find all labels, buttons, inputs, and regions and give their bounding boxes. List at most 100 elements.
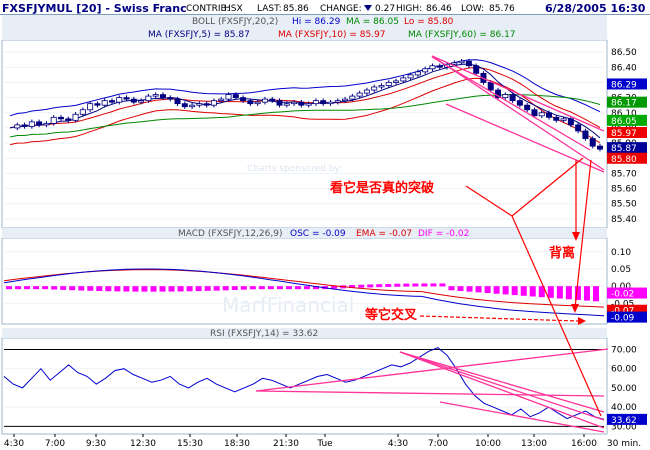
macd-hist-bar <box>403 283 410 287</box>
contrib-value: HSX <box>224 4 243 14</box>
macd-hist-bar <box>96 286 103 292</box>
rsi-value-tags: 33.62 <box>607 413 647 426</box>
candle-body <box>597 145 604 150</box>
macd-hist-bar <box>511 286 518 296</box>
candle-body <box>553 116 560 121</box>
macd-hist-bar <box>294 286 301 290</box>
macd-hist-bar <box>6 286 12 290</box>
macd-y-tick: 0.05 <box>611 265 631 275</box>
macd-hist-bar <box>87 286 94 291</box>
macd-hist-bar <box>376 284 383 288</box>
macd-hist-bar <box>529 286 536 297</box>
candle-body <box>101 100 108 106</box>
candle-body <box>225 94 232 100</box>
annotation-wait-cross: 等它交叉 <box>364 307 418 323</box>
x-tick-label: 13:00 <box>521 439 547 449</box>
candle-body <box>130 98 137 103</box>
candle-body <box>57 116 64 120</box>
candle-body <box>87 103 94 111</box>
candle-body <box>21 124 28 127</box>
candle-body <box>422 68 429 73</box>
candle-body <box>575 124 582 132</box>
price-y-tick: 85.40 <box>611 215 637 225</box>
candle-body <box>465 60 472 67</box>
candle-body <box>509 94 516 102</box>
candle-body <box>269 98 276 102</box>
macd-hist-bar <box>457 286 464 291</box>
candle-body <box>283 103 290 106</box>
price-tag-label: 85.80 <box>611 155 637 165</box>
macd-hist-bar <box>592 286 599 302</box>
candle-body <box>487 82 494 91</box>
high-value: 86.46 <box>426 4 452 14</box>
candle-body <box>385 82 392 86</box>
rsi-tag-label: 33.62 <box>611 416 637 426</box>
last-value: 85.86 <box>283 4 309 14</box>
candle-body <box>589 138 596 147</box>
annotation-divergence: 背离 <box>549 245 575 261</box>
candle-body <box>291 101 298 105</box>
candle-body <box>538 112 545 117</box>
change-label: CHANGE: <box>320 4 362 14</box>
candle-body <box>378 85 385 88</box>
boll-lo-legend: Lo = 85.80 <box>404 17 454 27</box>
macd-hist-bar <box>565 286 572 300</box>
macd-hist-bar <box>448 286 455 291</box>
macd-hist-bar <box>249 286 256 290</box>
x-tick-label: 7:00 <box>45 439 65 449</box>
macd-hist-bar <box>150 286 157 292</box>
macd-hist-bar <box>51 286 58 290</box>
macd-hist-bar <box>367 284 374 288</box>
candle-body <box>305 103 312 106</box>
macd-hist-bar <box>412 283 419 287</box>
candle-body <box>349 95 356 100</box>
macd-hist-bar <box>267 286 274 290</box>
macd-hist-bar <box>258 286 265 290</box>
macd-hist-bar <box>213 286 220 291</box>
macd-hist-bar <box>24 286 31 290</box>
candle-body <box>407 74 414 79</box>
macd-hist-bar <box>15 286 22 290</box>
price-tag-label: 85.97 <box>611 129 637 139</box>
candle-body <box>50 116 57 124</box>
macd-y-axis: 0.100.050.00-0.05 <box>611 248 634 310</box>
macd-hist-bar <box>177 286 184 292</box>
x-tick-label: Tue <box>316 439 333 449</box>
x-tick-label: 7:00 <box>428 439 448 449</box>
rsi-legend: RSI (FXSFJY,14) = 33.62 <box>210 329 318 339</box>
macd-hist-bar <box>421 283 428 287</box>
macd-hist-bar <box>439 283 446 287</box>
macd-hist-bar <box>114 286 121 292</box>
candle-body <box>174 98 181 105</box>
time-x-axis: 4:30 7:00 9:30 12:30 15:30 18:30 21:30 Tue 4:30 7… <box>4 434 641 449</box>
candle-body <box>108 100 115 103</box>
x-tick-label: 4:30 <box>4 439 24 449</box>
candle-body <box>567 118 574 126</box>
candle-body <box>356 92 363 97</box>
sponsor-watermark: Charts sponsored by: <box>247 164 342 174</box>
macd-hist-bar <box>132 286 139 292</box>
last-label: LAST: <box>257 4 282 14</box>
price-y-tick: 86.50 <box>611 48 637 58</box>
x-tick-label: 15:30 <box>177 439 203 449</box>
price-tag-label: 86.05 <box>611 117 637 127</box>
rsi-y-tick: 40.00 <box>611 403 637 413</box>
candle-body <box>458 60 465 64</box>
candle-body <box>400 77 407 82</box>
price-y-tick: 85.70 <box>611 169 637 179</box>
macd-hist-bar <box>78 286 85 291</box>
candle-body <box>196 103 203 106</box>
macd-value-tags: -0.02-0.07-0.09 <box>607 287 647 324</box>
x-tick-label: 9:30 <box>86 439 106 449</box>
osc-legend: OSC = -0.09 <box>290 229 346 239</box>
macd-hist-bar <box>141 286 148 292</box>
candle-body <box>210 100 217 106</box>
macd-hist-bar <box>484 286 491 294</box>
macd-hist-bar <box>186 286 193 292</box>
candle-body <box>334 100 341 103</box>
annotation-breakout: 看它是否真的突破 <box>330 180 434 196</box>
macd-hist-bar <box>475 286 482 293</box>
price-tag-label: 85.87 <box>611 144 637 154</box>
macd-hist-bar <box>231 286 238 291</box>
macd-tag-label: -0.09 <box>611 314 635 324</box>
